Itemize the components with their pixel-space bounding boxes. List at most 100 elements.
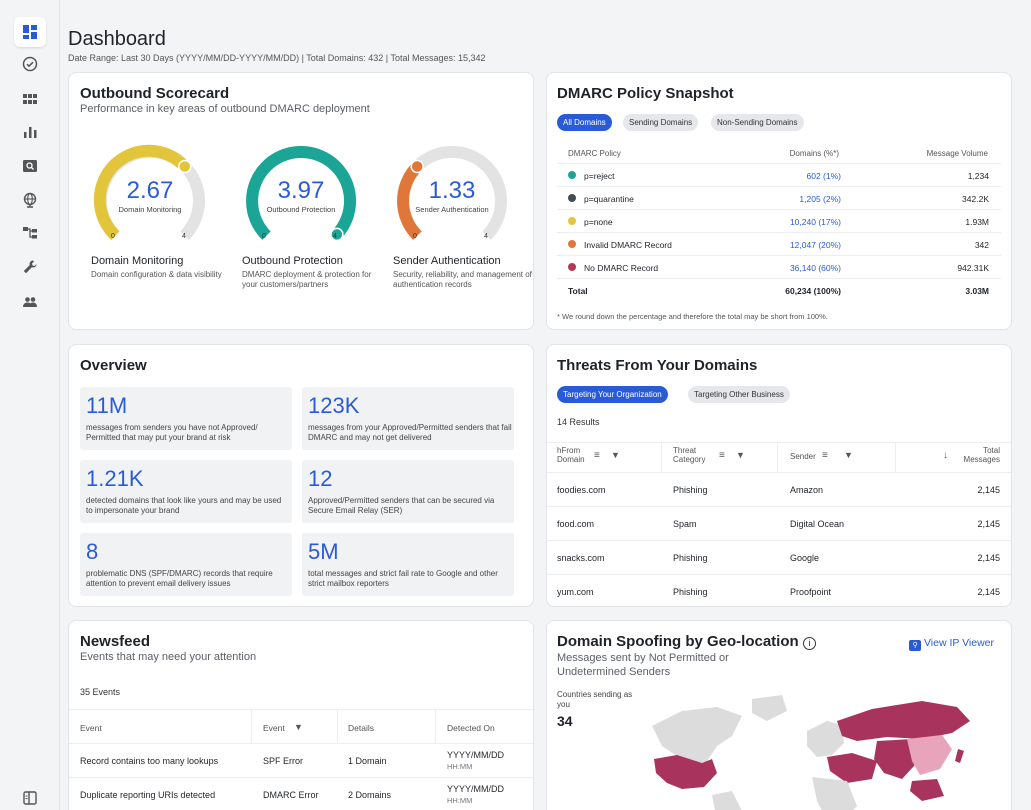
nav-collapse[interactable] xyxy=(14,783,46,810)
policy-domains-link[interactable]: 12,047 (20%) xyxy=(790,240,841,250)
filter-icon[interactable]: ▼ xyxy=(611,450,620,460)
threats-header: hFrom Domain ≡ ▼ Threat Category ≡ ▼ Sende… xyxy=(547,442,1011,472)
col-threat-category[interactable]: Threat Category xyxy=(673,446,705,464)
view-ip-viewer-link[interactable]: ⚲ View IP Viewer xyxy=(909,637,994,651)
policy-volume: 342 xyxy=(974,240,989,250)
dmarc-row: p=none 10,240 (17%) 1.93M xyxy=(557,209,1001,232)
newsfeed-subtitle: Events that may need your attention xyxy=(80,651,257,663)
overview-stat[interactable]: 5M total messages and strict fail rate t… xyxy=(302,533,514,596)
outbound-protection-metric: Outbound Protection DMARC deployment & p… xyxy=(242,255,382,289)
newsfeed-row[interactable]: Duplicate reporting URIs detected DMARC … xyxy=(69,777,533,810)
policy-color-dot xyxy=(568,263,576,271)
map-china xyxy=(907,735,952,775)
threat-total: 2,145 xyxy=(977,485,1000,495)
threats-card: Threats From Your Domains Targeting Your… xyxy=(546,344,1012,607)
nav-network[interactable] xyxy=(14,218,46,248)
nav-search[interactable] xyxy=(14,151,46,181)
network-icon xyxy=(23,227,37,239)
tab-sending-domains[interactable]: Sending Domains xyxy=(623,114,699,131)
info-icon[interactable]: i xyxy=(802,637,816,650)
policy-domains-link[interactable]: 10,240 (17%) xyxy=(790,217,841,227)
nav-tools[interactable] xyxy=(14,252,46,282)
event-time: HH:MM xyxy=(447,796,473,805)
total-domains: 60,234 (100%) xyxy=(785,286,841,296)
metric-description: Security, reliability, and management of… xyxy=(393,270,532,289)
threat-row[interactable]: food.com Spam Digital Ocean 2,145 xyxy=(547,506,1011,540)
filter-icon[interactable]: ▼ xyxy=(844,450,853,460)
policy-domains-link[interactable]: 1,205 (2%) xyxy=(799,194,841,204)
overview-stat[interactable]: 123K messages from your Approved/Permitt… xyxy=(302,387,514,450)
dmarc-row: p=reject 602 (1%) 1,234 xyxy=(557,163,1001,186)
total-label: Total xyxy=(568,286,588,296)
countries-value: 34 xyxy=(557,713,573,729)
outbound-scorecard-card: Outbound Scorecard Performance in key ar… xyxy=(68,72,534,330)
policy-color-dot xyxy=(568,194,576,202)
policy-volume: 1.93M xyxy=(965,217,989,227)
col-message-volume: Message Volume xyxy=(926,149,988,158)
filter-icon[interactable]: ▼ xyxy=(294,722,303,732)
col-hfrom-domain[interactable]: hFrom Domain xyxy=(557,446,585,464)
dmarc-row: Invalid DMARC Record 12,047 (20%) 342 xyxy=(557,232,1001,255)
col-total-messages[interactable]: Total Messages xyxy=(964,446,1000,464)
map-japan xyxy=(955,749,964,763)
policy-domains-link[interactable]: 36,140 (60%) xyxy=(790,263,841,273)
nav-dashboard[interactable] xyxy=(14,17,46,47)
threats-results: 14 Results xyxy=(557,417,600,427)
map-europe xyxy=(807,721,844,757)
newsfeed-count: 35 Events xyxy=(80,687,121,697)
threat-row[interactable]: yum.com Phishing Proofpoint 2,145 xyxy=(547,574,1011,606)
policy-volume: 942.31K xyxy=(957,263,989,273)
threat-total: 2,145 xyxy=(977,519,1000,529)
geo-card: Domain Spoofing by Geo-location i Messag… xyxy=(546,620,1012,810)
stat-description: detected domains that look like yours an… xyxy=(86,496,282,515)
nav-grid[interactable] xyxy=(14,84,46,114)
event-details: 2 Domains xyxy=(348,790,392,800)
overview-title: Overview xyxy=(80,357,147,374)
policy-domains-link[interactable]: 602 (1%) xyxy=(807,171,842,181)
gauge-max: 4 xyxy=(484,233,488,240)
policy-volume: 342.2K xyxy=(962,194,989,204)
nav-check[interactable] xyxy=(14,49,46,79)
threat-row[interactable]: snacks.com Phishing Google 2,145 xyxy=(547,540,1011,574)
dmarc-title: DMARC Policy Snapshot xyxy=(557,85,734,102)
sort-icon[interactable]: ≡ xyxy=(594,450,600,461)
col-details: Details xyxy=(348,723,374,733)
gauge-label: Domain Monitoring xyxy=(118,205,182,214)
threat-category: Spam xyxy=(673,519,697,529)
event-name: Record contains too many lookups xyxy=(80,756,219,766)
page-header: Dashboard Date Range: Last 30 Days (YYYY… xyxy=(68,28,486,63)
col-dmarc-policy: DMARC Policy xyxy=(568,149,621,158)
map-middle-east xyxy=(827,753,877,783)
overview-stat[interactable]: 1.21K detected domains that look like yo… xyxy=(80,460,292,523)
nav-users[interactable] xyxy=(14,287,46,317)
sort-desc-icon[interactable]: ↓ xyxy=(943,450,948,461)
dmarc-row: No DMARC Record 36,140 (60%) 942.31K xyxy=(557,255,1001,278)
nav-reports[interactable] xyxy=(14,117,46,147)
filter-icon[interactable]: ▼ xyxy=(736,450,745,460)
search-box-icon xyxy=(23,160,37,172)
sender-authentication-metric: Sender Authentication Security, reliabil… xyxy=(393,255,533,289)
tab-all-domains[interactable]: All Domains xyxy=(557,114,612,131)
sidebar xyxy=(0,0,60,810)
col-event-type[interactable]: Event xyxy=(263,723,285,733)
tab-non-sending-domains[interactable]: Non-Sending Domains xyxy=(711,114,804,131)
overview-stat[interactable]: 12 Approved/Permitted senders that can b… xyxy=(302,460,514,523)
overview-stat[interactable]: 11M messages from senders you have not A… xyxy=(80,387,292,450)
tab-targeting-org[interactable]: Targeting Your Organization xyxy=(557,386,668,403)
sort-icon[interactable]: ≡ xyxy=(822,450,828,461)
newsfeed-row[interactable]: Record contains too many lookups SPF Err… xyxy=(69,743,533,777)
col-sender[interactable]: Sender xyxy=(790,452,816,461)
threat-row[interactable]: foodies.com Phishing Amazon 2,145 xyxy=(547,472,1011,506)
col-detected-on: Detected On xyxy=(447,723,495,733)
nav-globe[interactable] xyxy=(14,185,46,215)
overview-stat[interactable]: 8 problematic DNS (SPF/DMARC) records th… xyxy=(80,533,292,596)
geo-subtitle: Messages sent by Not Permitted or Undete… xyxy=(557,652,729,679)
gauge-value: 1.33 xyxy=(428,177,476,204)
policy-color-dot xyxy=(568,240,576,248)
sort-icon[interactable]: ≡ xyxy=(719,450,725,461)
policy-name: Invalid DMARC Record xyxy=(584,240,672,250)
newsfeed-header: Event Event ▼ Details Detected On xyxy=(69,709,533,743)
page-title: Dashboard xyxy=(68,28,166,50)
tab-targeting-other[interactable]: Targeting Other Business xyxy=(688,386,790,403)
metric-description: Domain configuration & data visibility xyxy=(91,270,222,279)
